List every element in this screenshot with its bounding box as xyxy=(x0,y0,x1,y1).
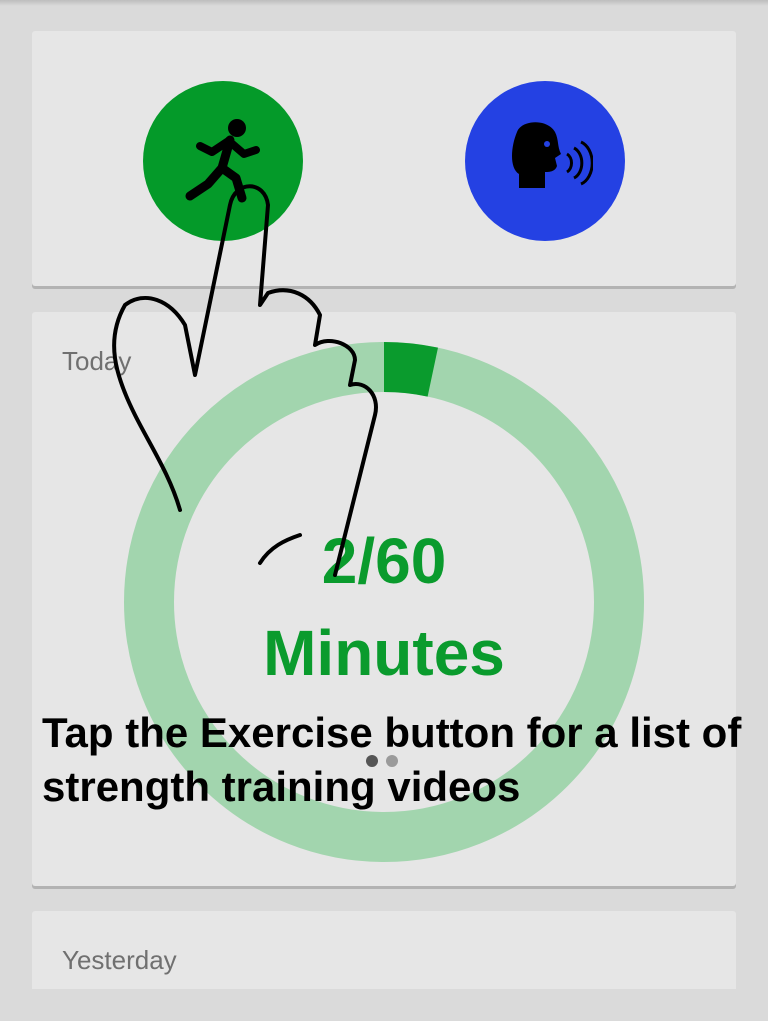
speak-button[interactable] xyxy=(465,81,625,241)
bottom-background xyxy=(0,989,768,1021)
speaking-head-icon xyxy=(512,122,593,188)
yesterday-label: Yesterday xyxy=(62,945,177,975)
exercise-button[interactable] xyxy=(143,81,303,241)
tutorial-text: Tap the Exercise button for a list of st… xyxy=(42,709,742,810)
yesterday-card[interactable]: Yesterday xyxy=(32,911,736,991)
header-shadow xyxy=(0,0,768,6)
today-label: Today xyxy=(62,346,132,376)
running-person-icon xyxy=(185,119,260,203)
progress-value: 2/60 xyxy=(321,525,447,597)
actions-card xyxy=(32,31,736,286)
progress-unit: Minutes xyxy=(263,617,505,689)
